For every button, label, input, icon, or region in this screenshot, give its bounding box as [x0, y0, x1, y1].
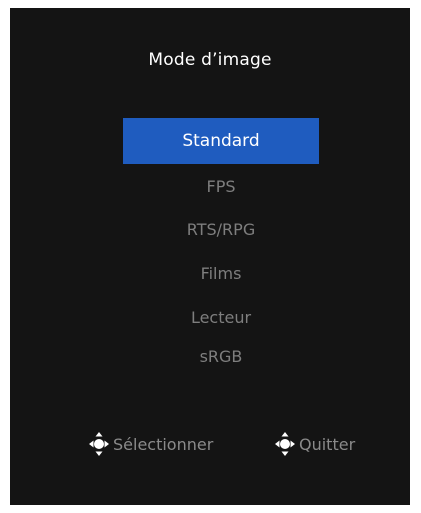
joystick-icon	[89, 432, 109, 456]
select-hint-label: Sélectionner	[113, 434, 214, 454]
joystick-icon	[275, 432, 295, 456]
osd-panel: Mode d’image Standard FPS RTS/RPG Films …	[10, 8, 410, 505]
menu-title: Mode d’image	[148, 50, 272, 70]
menu-item-standard[interactable]: Standard	[123, 118, 319, 164]
exit-hint[interactable]: Quitter	[275, 430, 355, 458]
menu-item-fps[interactable]: FPS	[123, 164, 319, 210]
menu-item-films[interactable]: Films	[123, 251, 319, 297]
exit-hint-label: Quitter	[299, 434, 356, 454]
select-hint[interactable]: Sélectionner	[89, 430, 213, 458]
menu-item-rts-rpg[interactable]: RTS/RPG	[123, 207, 319, 253]
menu-item-srgb[interactable]: sRGB	[123, 334, 319, 380]
